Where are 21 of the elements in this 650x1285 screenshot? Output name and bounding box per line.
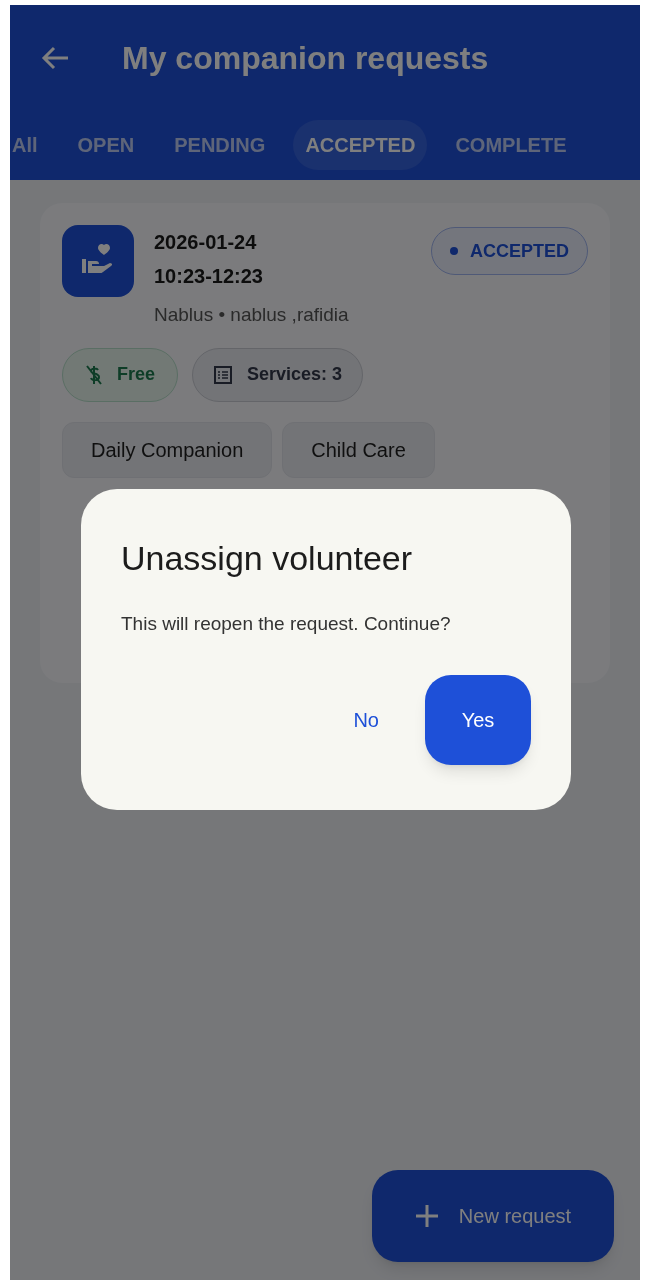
yes-button[interactable]: Yes (425, 674, 531, 765)
dialog-title: Unassign volunteer (121, 538, 414, 579)
request-date: 2026-01-24 (154, 230, 258, 255)
chip-label: Services: 3 (247, 363, 343, 386)
plus-icon (414, 1204, 439, 1228)
request-time: 10:23-12:23 (154, 264, 264, 289)
service-tag: Daily Companion (62, 421, 273, 478)
filter-tab[interactable]: All (10, 120, 50, 170)
filter-tab[interactable]: OPEN (65, 120, 147, 170)
back-arrow-icon[interactable] (40, 44, 70, 71)
status-text: ACCEPTED (470, 239, 569, 263)
filter-tab[interactable]: PENDING (162, 120, 278, 170)
dialog-message: This will reopen the request. Continue? (121, 612, 452, 636)
screen-title: My companion requests (122, 38, 489, 78)
new-request-button[interactable]: New request (372, 1170, 614, 1262)
filter-tab[interactable]: COMPLETE (443, 120, 579, 170)
list-icon (213, 364, 234, 385)
request-location: Nablus • nablus ,rafidia (154, 303, 349, 327)
service-tag: Child Care (282, 421, 435, 478)
no-money-icon (85, 363, 103, 386)
chip-label: Free (117, 363, 156, 386)
